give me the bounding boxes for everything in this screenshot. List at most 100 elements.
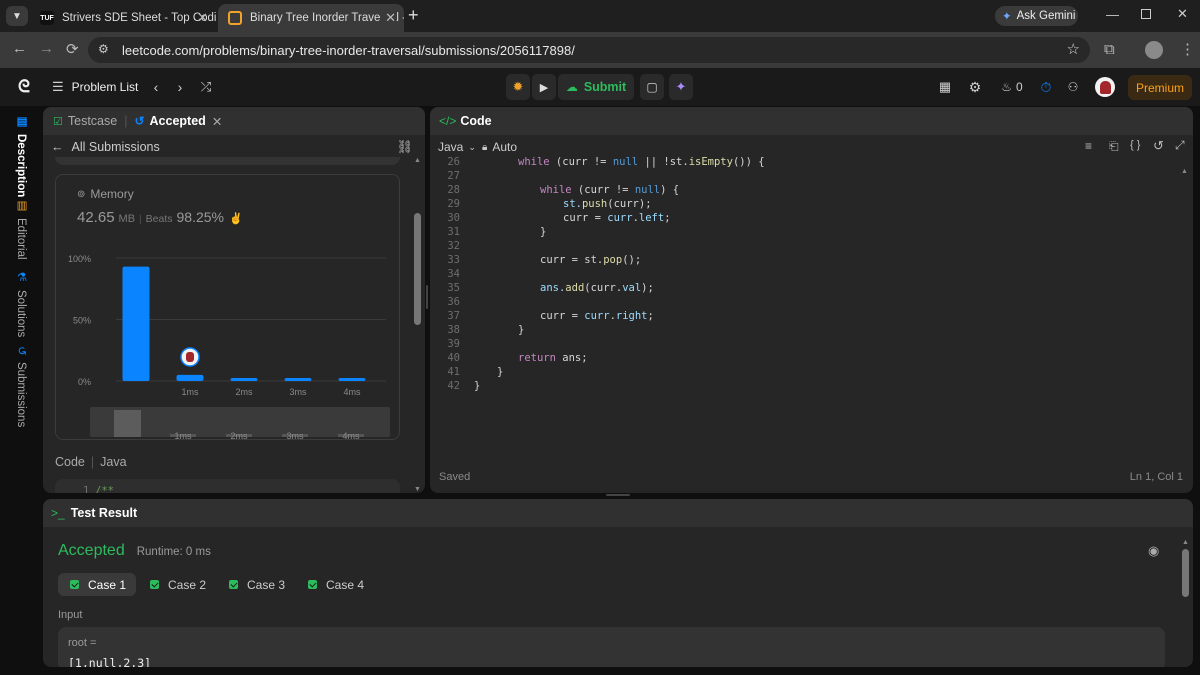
leetcode-favicon: [228, 11, 242, 25]
result-scrollbar[interactable]: ▲: [1181, 539, 1190, 667]
random-problem-button[interactable]: ⤮: [196, 74, 216, 100]
case-tab-3[interactable]: Case 3: [217, 573, 295, 596]
eye-icon[interactable]: ◉: [1148, 543, 1159, 559]
settings-button[interactable]: ⚙: [966, 74, 984, 100]
reload-icon[interactable]: ⟳: [66, 40, 79, 58]
debug-button[interactable]: ✹: [506, 74, 530, 100]
terminal-icon: >_: [51, 506, 65, 520]
line-number: 31: [447, 226, 460, 238]
browser-tab-leetcode[interactable]: Binary Tree Inorder Traversal - L ✕: [218, 4, 404, 32]
submission-panel-tabs: ☑ Testcase | ↺ Accepted ✕: [43, 107, 425, 135]
line-number: 41: [447, 366, 460, 378]
sidebar-item-solutions[interactable]: ⚗ Solutions: [8, 270, 34, 337]
line-number: 40: [447, 352, 460, 364]
check-icon: [150, 580, 159, 589]
play-icon: ▶: [539, 81, 549, 94]
line-number: 38: [447, 324, 460, 336]
streak-counter[interactable]: ♨ 0: [998, 74, 1026, 100]
ai-assist-button[interactable]: ✦: [669, 74, 693, 100]
new-tab-button[interactable]: +: [408, 5, 419, 26]
submission-scrollbar[interactable]: ▲ ▼: [413, 157, 422, 493]
bookmark-star-icon[interactable]: ☆: [1067, 40, 1080, 58]
tab-testcase[interactable]: ☑ Testcase: [53, 114, 117, 128]
minimize-button[interactable]: —: [1106, 7, 1119, 22]
layout-button[interactable]: ▦: [936, 74, 954, 100]
add-friend-button[interactable]: ⚇: [1063, 74, 1083, 100]
timer-button[interactable]: ⏱: [1037, 74, 1055, 100]
sidebar-item-description[interactable]: ▤ Description: [8, 114, 34, 197]
scroll-down-icon[interactable]: ▼: [414, 486, 421, 493]
code-panel-header: </> Code: [430, 107, 1193, 135]
close-icon[interactable]: ✕: [197, 10, 208, 26]
window-close-button[interactable]: ✕: [1177, 6, 1188, 22]
profile-avatar[interactable]: [1145, 41, 1163, 59]
prev-problem-button[interactable]: ‹: [148, 74, 164, 100]
reset-icon[interactable]: ↺: [1153, 138, 1164, 154]
sparkle-icon: ✦: [675, 79, 687, 94]
back-icon[interactable]: ←: [12, 40, 27, 57]
language-select[interactable]: Java ⌄: [438, 140, 476, 154]
bookmark-icon[interactable]: ⎗: [1109, 139, 1119, 154]
code-line: curr = curr.left;: [563, 212, 671, 224]
restore-button[interactable]: [1141, 9, 1151, 19]
link-icon[interactable]: ⛓: [396, 139, 413, 155]
vertical-resize-handle[interactable]: [426, 285, 428, 309]
line-number: 37: [447, 310, 460, 322]
minimap-tick-label: 3ms: [286, 431, 304, 441]
scroll-up-icon[interactable]: ▲: [1181, 168, 1188, 175]
scrollbar-thumb[interactable]: [414, 213, 421, 325]
line-number: 29: [447, 198, 460, 210]
extensions-icon[interactable]: ⧉: [1104, 41, 1115, 58]
leetcode-navbar: ᘓ ☰ Problem List ‹ › ⤮ ✹ ▶ ☁ Submit ▢ ✦ …: [0, 68, 1200, 106]
sidebar-item-editorial[interactable]: ▥ Editorial: [8, 198, 34, 260]
user-avatar[interactable]: [1095, 77, 1115, 97]
case-tab-1[interactable]: Case 1: [58, 573, 137, 596]
close-icon[interactable]: ✕: [212, 114, 222, 129]
result-summary: Accepted Runtime: 0 ms: [58, 542, 211, 560]
ask-gemini-button[interactable]: ✦ Ask Gemini: [995, 6, 1078, 26]
line-number: 26: [447, 156, 460, 168]
back-to-submissions[interactable]: ← All Submissions: [51, 140, 160, 154]
auto-mode-toggle[interactable]: 🔒︎ Auto: [482, 140, 517, 154]
fullscreen-icon[interactable]: ⤢: [1175, 138, 1185, 153]
lock-icon: 🔒︎: [482, 141, 488, 153]
memory-card: ⊚ Memory 42.65 MB | Beats 98.25% ✌ 0% 50%…: [55, 174, 400, 441]
site-info-icon[interactable]: ⚙: [98, 42, 109, 56]
minimap-tick-label: 2ms: [230, 431, 248, 441]
tab-search-button[interactable]: ▼: [6, 6, 28, 26]
url-text: leetcode.com/problems/binary-tree-inorde…: [122, 42, 575, 58]
problem-list-button[interactable]: ☰ Problem List: [52, 74, 142, 100]
more-menu-icon[interactable]: ⋮: [1180, 40, 1195, 58]
submit-button[interactable]: ☁ Submit: [558, 74, 634, 100]
notes-button[interactable]: ▢: [640, 74, 664, 100]
case-tab-2[interactable]: Case 2: [138, 573, 216, 596]
browser-tab-strivers[interactable]: TUF Strivers SDE Sheet - Top Coding ✕: [30, 4, 216, 32]
scrollbar-thumb[interactable]: [1182, 549, 1189, 597]
sidebar-item-submissions[interactable]: ↺ Submissions: [8, 346, 34, 427]
braces-icon[interactable]: { }: [1130, 139, 1140, 151]
address-bar[interactable]: ⚙ leetcode.com/problems/binary-tree-inor…: [88, 37, 1090, 63]
tab-accepted[interactable]: ↺ Accepted ✕: [134, 114, 222, 129]
next-problem-button[interactable]: ›: [172, 74, 188, 100]
result-status: Accepted: [58, 542, 125, 559]
x-tick-label: 1ms: [181, 387, 199, 397]
scroll-up-icon[interactable]: ▲: [1182, 539, 1189, 546]
run-button[interactable]: ▶: [532, 74, 556, 100]
code-line: }: [518, 324, 525, 336]
leetcode-logo[interactable]: ᘓ: [14, 74, 34, 100]
editor-scrollbar[interactable]: ▲: [1181, 162, 1191, 175]
avatar-figure: [186, 352, 194, 362]
horizontal-resize-handle[interactable]: [606, 494, 630, 496]
format-icon[interactable]: ≡: [1085, 139, 1092, 153]
premium-button[interactable]: Premium: [1128, 75, 1192, 100]
add-user-icon: ⚇: [1067, 80, 1079, 94]
param-name: root =: [68, 637, 97, 649]
y-tick-label: 0%: [78, 377, 91, 387]
code-line: curr = curr.right;: [540, 310, 654, 322]
gemini-icon: ✦: [1002, 11, 1012, 23]
scroll-up-icon[interactable]: ▲: [414, 157, 421, 164]
code-line: }: [540, 226, 547, 238]
case-tab-4[interactable]: Case 4: [296, 573, 374, 596]
forward-icon[interactable]: →: [39, 40, 54, 57]
close-icon[interactable]: ✕: [381, 10, 396, 26]
